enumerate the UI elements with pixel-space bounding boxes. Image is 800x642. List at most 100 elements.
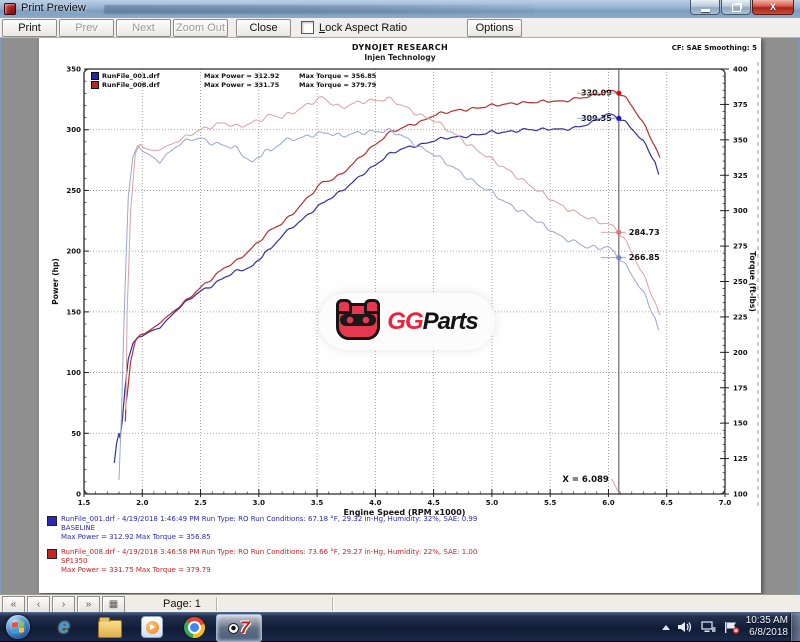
mascot-goggles [340, 314, 376, 326]
chrome-icon [184, 617, 205, 638]
show-desktop-button[interactable] [790, 613, 800, 641]
run-note-sp1350: RunFile_008.drf - 4/19/2018 3:46:58 PM R… [47, 548, 477, 575]
x-tick-label: 5.5 [544, 499, 557, 507]
clock-date: 6/8/2018 [746, 627, 788, 639]
statusbar: « ‹ › » ▦ Page: 1 [0, 594, 800, 613]
y-right-tick-label: 275 [733, 243, 748, 251]
system-tray [662, 613, 740, 641]
titlebar[interactable]: Print Preview X [0, 0, 800, 19]
x-tick-label: 2.0 [136, 499, 149, 507]
x-tick-label: 6.0 [602, 499, 615, 507]
minimize-icon [701, 9, 710, 12]
close-preview-button[interactable]: Close [236, 19, 291, 37]
taskbar-internet-explorer-icon[interactable]: e [52, 615, 76, 639]
marker-dot-266.85 [616, 255, 621, 260]
y-right-tick-label: 125 [733, 455, 748, 463]
run2-max-values: Max Power = 331.75 Max Torque = 379.79 [61, 566, 477, 575]
legend-torque-2: Max Torque = 379.79 [299, 81, 376, 89]
clock-time: 10:35 AM [746, 615, 788, 627]
media-player-icon [141, 616, 163, 638]
y-right-tick-label: 100 [733, 491, 748, 499]
x-tick-label: 4.5 [427, 499, 440, 507]
y-right-tick-label: 225 [733, 313, 748, 321]
preview-page: 1.52.02.53.03.54.04.55.05.56.06.57.00501… [39, 38, 761, 593]
legend-torque-1: Max Torque = 356.85 [299, 72, 376, 80]
y-left-tick-label: 200 [66, 248, 81, 256]
marker-label-266.85: 266.85 [629, 253, 660, 262]
print-preview-window: Print Preview X Print Prev Next Zoom Out… [0, 0, 800, 612]
watermark-gg: GG [387, 308, 422, 335]
next-page-button[interactable]: › [52, 596, 75, 613]
x-tick-label: 6.5 [661, 499, 674, 507]
x-tick-label: 3.0 [253, 499, 266, 507]
y-right-tick-label: 375 [733, 101, 748, 109]
network-icon[interactable] [701, 621, 716, 633]
x-tick-label: 5.0 [486, 499, 499, 507]
y-left-tick-label: 0 [76, 491, 81, 499]
y-left-tick-label: 150 [66, 308, 81, 316]
y-left-axis-label: Power (hp) [51, 258, 60, 305]
x-tick-label: 2.5 [194, 499, 207, 507]
taskbar-windows-explorer-icon[interactable] [98, 615, 122, 639]
print-button[interactable]: Print [2, 19, 57, 37]
zoom-out-button[interactable]: Zoom Out [173, 19, 228, 37]
soccer-ball-icon [228, 623, 239, 634]
restore-button[interactable] [721, 0, 751, 15]
chart-subtitle: Injen Technology [39, 53, 761, 62]
options-button[interactable]: Options [467, 19, 522, 37]
lock-aspect-ratio-label: Lock Aspect Ratio [319, 22, 407, 34]
close-window-button[interactable]: X [752, 0, 794, 15]
run2-conditions: RunFile_008.drf - 4/19/2018 3:46:58 PM R… [61, 548, 477, 557]
taskbar-dyno-app-button[interactable]: 7 [216, 614, 262, 642]
volume-icon[interactable] [678, 621, 693, 633]
multi-page-button[interactable]: ▦ [102, 596, 125, 613]
desktop-screen: Print Preview X Print Prev Next Zoom Out… [0, 0, 800, 640]
taskbar-media-player-icon[interactable] [140, 615, 164, 639]
print-preview-app-icon [4, 3, 16, 15]
taskbar: e 7 [0, 612, 800, 641]
cursor-leader-line [612, 479, 619, 493]
tray-expand-icon[interactable] [662, 625, 670, 630]
y-left-tick-label: 100 [66, 369, 81, 377]
marker-dot-330.09 [616, 91, 621, 96]
taskbar-chrome-icon[interactable] [182, 615, 206, 639]
y-right-tick-label: 400 [733, 66, 748, 74]
run1-max-values: Max Power = 312.92 Max Torque = 356.85 [61, 533, 477, 542]
y-right-tick-label: 250 [733, 278, 748, 286]
watermark-parts: Parts [423, 308, 478, 335]
legend-power-1: Max Power = 312.92 [204, 72, 299, 80]
x-tick-label: 3.5 [311, 499, 324, 507]
start-button[interactable] [6, 615, 30, 639]
folder-icon [98, 620, 122, 638]
y-left-tick-label: 250 [66, 187, 81, 195]
run-swatch-red [47, 549, 57, 559]
toolbar: Print Prev Next Zoom Out Close Lock Aspe… [0, 18, 800, 38]
series-group [114, 91, 659, 480]
minimize-button[interactable] [690, 0, 720, 15]
plot-frame [84, 69, 725, 494]
y-left-tick-label: 300 [66, 126, 81, 134]
statusbar-separator [332, 597, 333, 611]
series-runfile-008-torque-ft-lbs- [126, 97, 660, 409]
run-note-baseline: RunFile_001.drf - 4/19/2018 1:46:49 PM R… [47, 515, 477, 542]
action-center-flag-icon[interactable] [724, 621, 740, 634]
watermark-text: GGParts [387, 308, 477, 336]
lock-aspect-ratio-checkbox[interactable] [301, 21, 314, 34]
prev-page-button[interactable]: ‹ [27, 596, 50, 613]
x-tick-label: 1.5 [78, 499, 91, 507]
run1-conditions: RunFile_001.drf - 4/19/2018 1:46:49 PM R… [61, 515, 477, 524]
y-right-tick-label: 300 [733, 207, 748, 215]
legend-row-2: RunFile_008.drf Max Power = 331.75 Max T… [91, 80, 376, 89]
legend-row-1: RunFile_001.drf Max Power = 312.92 Max T… [91, 71, 376, 80]
taskbar-clock[interactable]: 10:35 AM 6/8/2018 [746, 615, 788, 639]
last-page-button[interactable]: » [77, 596, 100, 613]
y-right-axis-label: Torque (ft-lbs) [748, 251, 757, 312]
next-button[interactable]: Next [116, 19, 171, 37]
windows-flag-icon [12, 621, 24, 633]
series-runfile-001-power-hp- [114, 114, 658, 463]
legend-file-2: RunFile_008.drf [102, 81, 204, 89]
prev-button[interactable]: Prev [59, 19, 114, 37]
first-page-button[interactable]: « [2, 596, 25, 613]
preview-area: 1.52.02.53.03.54.04.55.05.56.06.57.00501… [0, 38, 800, 594]
run2-name: SP1350 [61, 557, 477, 566]
